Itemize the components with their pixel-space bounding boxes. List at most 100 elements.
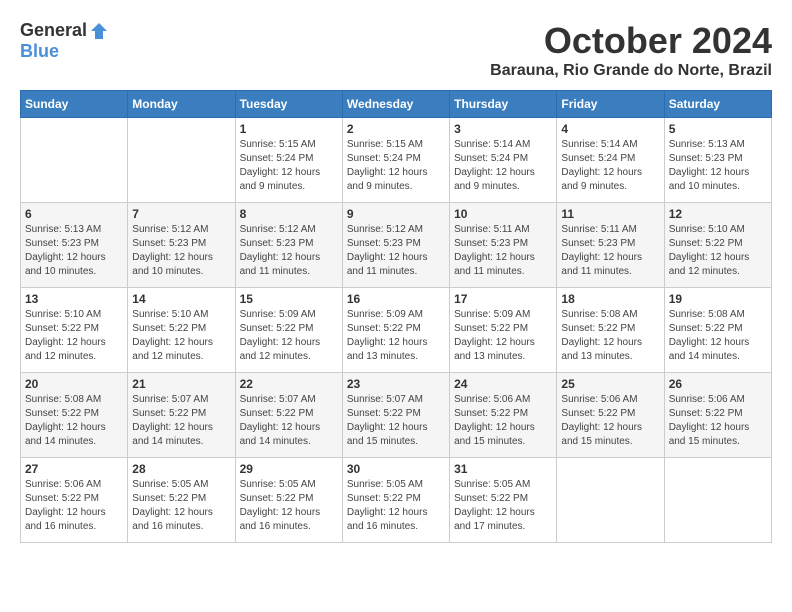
day-number: 26 xyxy=(669,377,767,391)
day-info: Sunrise: 5:11 AM Sunset: 5:23 PM Dayligh… xyxy=(561,223,659,279)
calendar-cell: 14 Sunrise: 5:10 AM Sunset: 5:22 PM Dayli… xyxy=(128,288,235,373)
day-number: 30 xyxy=(347,462,445,476)
day-info: Sunrise: 5:12 AM Sunset: 5:23 PM Dayligh… xyxy=(347,223,445,279)
weekday-header-cell: Sunday xyxy=(21,91,128,118)
day-number: 27 xyxy=(25,462,123,476)
weekday-header-cell: Saturday xyxy=(664,91,771,118)
day-number: 18 xyxy=(561,292,659,306)
calendar-cell xyxy=(21,118,128,203)
day-number: 12 xyxy=(669,207,767,221)
day-number: 15 xyxy=(240,292,338,306)
calendar-cell: 13 Sunrise: 5:10 AM Sunset: 5:22 PM Dayli… xyxy=(21,288,128,373)
day-number: 22 xyxy=(240,377,338,391)
day-number: 20 xyxy=(25,377,123,391)
day-number: 6 xyxy=(25,207,123,221)
calendar-cell: 24 Sunrise: 5:06 AM Sunset: 5:22 PM Dayli… xyxy=(450,373,557,458)
day-info: Sunrise: 5:13 AM Sunset: 5:23 PM Dayligh… xyxy=(25,223,123,279)
calendar-cell: 15 Sunrise: 5:09 AM Sunset: 5:22 PM Dayli… xyxy=(235,288,342,373)
calendar-cell: 9Sunrise: 5:12 AM Sunset: 5:23 PM Daylig… xyxy=(342,203,449,288)
day-info: Sunrise: 5:07 AM Sunset: 5:22 PM Dayligh… xyxy=(347,393,445,449)
calendar-week-row: 1 Sunrise: 5:15 AM Sunset: 5:24 PM Daylig… xyxy=(21,118,772,203)
day-number: 31 xyxy=(454,462,552,476)
day-info: Sunrise: 5:06 AM Sunset: 5:22 PM Dayligh… xyxy=(561,393,659,449)
page-header: General Blue October 2024 Barauna, Rio G… xyxy=(20,20,772,80)
title-section: October 2024 Barauna, Rio Grande do Nort… xyxy=(490,20,772,80)
day-number: 21 xyxy=(132,377,230,391)
day-number: 3 xyxy=(454,122,552,136)
day-info: Sunrise: 5:08 AM Sunset: 5:22 PM Dayligh… xyxy=(561,308,659,364)
day-number: 23 xyxy=(347,377,445,391)
day-number: 13 xyxy=(25,292,123,306)
day-info: Sunrise: 5:05 AM Sunset: 5:22 PM Dayligh… xyxy=(132,478,230,534)
weekday-header-cell: Wednesday xyxy=(342,91,449,118)
day-info: Sunrise: 5:08 AM Sunset: 5:22 PM Dayligh… xyxy=(25,393,123,449)
location-title: Barauna, Rio Grande do Norte, Brazil xyxy=(490,62,772,80)
calendar-cell: 20 Sunrise: 5:08 AM Sunset: 5:22 PM Dayli… xyxy=(21,373,128,458)
calendar-cell: 2Sunrise: 5:15 AM Sunset: 5:24 PM Daylig… xyxy=(342,118,449,203)
weekday-header-cell: Friday xyxy=(557,91,664,118)
calendar-cell: 10 Sunrise: 5:11 AM Sunset: 5:23 PM Dayli… xyxy=(450,203,557,288)
day-number: 10 xyxy=(454,207,552,221)
calendar-cell: 27 Sunrise: 5:06 AM Sunset: 5:22 PM Dayli… xyxy=(21,458,128,543)
day-info: Sunrise: 5:11 AM Sunset: 5:23 PM Dayligh… xyxy=(454,223,552,279)
day-info: Sunrise: 5:05 AM Sunset: 5:22 PM Dayligh… xyxy=(454,478,552,534)
calendar-cell: 31 Sunrise: 5:05 AM Sunset: 5:22 PM Dayli… xyxy=(450,458,557,543)
calendar-cell xyxy=(664,458,771,543)
day-info: Sunrise: 5:10 AM Sunset: 5:22 PM Dayligh… xyxy=(25,308,123,364)
day-info: Sunrise: 5:06 AM Sunset: 5:22 PM Dayligh… xyxy=(25,478,123,534)
day-number: 2 xyxy=(347,122,445,136)
day-number: 28 xyxy=(132,462,230,476)
day-number: 19 xyxy=(669,292,767,306)
calendar-cell: 6 Sunrise: 5:13 AM Sunset: 5:23 PM Daylig… xyxy=(21,203,128,288)
day-number: 5 xyxy=(669,122,767,136)
day-info: Sunrise: 5:06 AM Sunset: 5:22 PM Dayligh… xyxy=(454,393,552,449)
calendar-cell: 4 Sunrise: 5:14 AM Sunset: 5:24 PM Daylig… xyxy=(557,118,664,203)
logo-icon xyxy=(89,21,109,41)
day-info: Sunrise: 5:09 AM Sunset: 5:22 PM Dayligh… xyxy=(240,308,338,364)
calendar-week-row: 27 Sunrise: 5:06 AM Sunset: 5:22 PM Dayli… xyxy=(21,458,772,543)
calendar-cell: 12 Sunrise: 5:10 AM Sunset: 5:22 PM Dayli… xyxy=(664,203,771,288)
day-info: Sunrise: 5:09 AM Sunset: 5:22 PM Dayligh… xyxy=(347,308,445,364)
day-info: Sunrise: 5:14 AM Sunset: 5:24 PM Dayligh… xyxy=(454,138,552,194)
calendar-cell: 22Sunrise: 5:07 AM Sunset: 5:22 PM Dayli… xyxy=(235,373,342,458)
weekday-header-cell: Tuesday xyxy=(235,91,342,118)
day-info: Sunrise: 5:10 AM Sunset: 5:22 PM Dayligh… xyxy=(132,308,230,364)
calendar-cell: 1 Sunrise: 5:15 AM Sunset: 5:24 PM Daylig… xyxy=(235,118,342,203)
calendar-week-row: 20 Sunrise: 5:08 AM Sunset: 5:22 PM Dayli… xyxy=(21,373,772,458)
calendar-cell: 17Sunrise: 5:09 AM Sunset: 5:22 PM Dayli… xyxy=(450,288,557,373)
calendar-cell: 29Sunrise: 5:05 AM Sunset: 5:22 PM Dayli… xyxy=(235,458,342,543)
day-info: Sunrise: 5:12 AM Sunset: 5:23 PM Dayligh… xyxy=(132,223,230,279)
day-number: 11 xyxy=(561,207,659,221)
day-number: 7 xyxy=(132,207,230,221)
day-info: Sunrise: 5:08 AM Sunset: 5:22 PM Dayligh… xyxy=(669,308,767,364)
calendar-cell: 7 Sunrise: 5:12 AM Sunset: 5:23 PM Daylig… xyxy=(128,203,235,288)
day-number: 25 xyxy=(561,377,659,391)
day-number: 1 xyxy=(240,122,338,136)
weekday-header-row: SundayMondayTuesdayWednesdayThursdayFrid… xyxy=(21,91,772,118)
calendar-cell: 16 Sunrise: 5:09 AM Sunset: 5:22 PM Dayli… xyxy=(342,288,449,373)
calendar-cell: 30 Sunrise: 5:05 AM Sunset: 5:22 PM Dayli… xyxy=(342,458,449,543)
calendar-cell: 18 Sunrise: 5:08 AM Sunset: 5:22 PM Dayli… xyxy=(557,288,664,373)
weekday-header-cell: Monday xyxy=(128,91,235,118)
calendar-cell: 5Sunrise: 5:13 AM Sunset: 5:23 PM Daylig… xyxy=(664,118,771,203)
calendar-cell: 8 Sunrise: 5:12 AM Sunset: 5:23 PM Daylig… xyxy=(235,203,342,288)
day-number: 8 xyxy=(240,207,338,221)
day-info: Sunrise: 5:15 AM Sunset: 5:24 PM Dayligh… xyxy=(240,138,338,194)
calendar-cell xyxy=(557,458,664,543)
day-number: 4 xyxy=(561,122,659,136)
day-number: 24 xyxy=(454,377,552,391)
calendar-cell: 28 Sunrise: 5:05 AM Sunset: 5:22 PM Dayli… xyxy=(128,458,235,543)
calendar-cell: 23 Sunrise: 5:07 AM Sunset: 5:22 PM Dayli… xyxy=(342,373,449,458)
day-number: 29 xyxy=(240,462,338,476)
day-info: Sunrise: 5:12 AM Sunset: 5:23 PM Dayligh… xyxy=(240,223,338,279)
weekday-header-cell: Thursday xyxy=(450,91,557,118)
day-number: 16 xyxy=(347,292,445,306)
calendar-week-row: 13 Sunrise: 5:10 AM Sunset: 5:22 PM Dayli… xyxy=(21,288,772,373)
day-info: Sunrise: 5:05 AM Sunset: 5:22 PM Dayligh… xyxy=(347,478,445,534)
day-info: Sunrise: 5:10 AM Sunset: 5:22 PM Dayligh… xyxy=(669,223,767,279)
calendar-week-row: 6 Sunrise: 5:13 AM Sunset: 5:23 PM Daylig… xyxy=(21,203,772,288)
logo-general: General xyxy=(20,20,87,41)
calendar-cell: 26Sunrise: 5:06 AM Sunset: 5:22 PM Dayli… xyxy=(664,373,771,458)
day-info: Sunrise: 5:14 AM Sunset: 5:24 PM Dayligh… xyxy=(561,138,659,194)
day-number: 14 xyxy=(132,292,230,306)
